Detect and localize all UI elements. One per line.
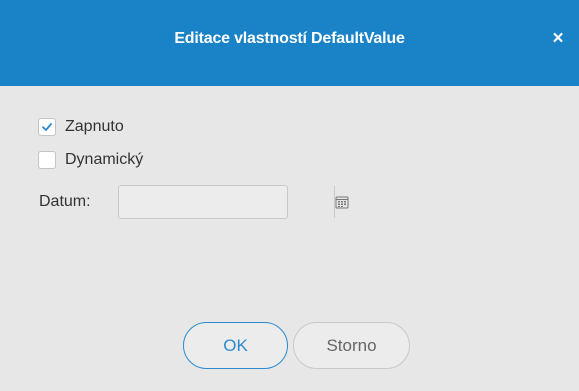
close-icon[interactable]: × (545, 26, 571, 52)
enabled-option[interactable]: Zapnuto (38, 116, 124, 138)
dialog-title: Editace vlastností DefaultValue (174, 30, 405, 47)
dynamic-checkbox[interactable] (38, 151, 56, 169)
enabled-label: Zapnuto (65, 118, 124, 135)
date-label: Datum: (39, 193, 91, 210)
date-field (118, 185, 349, 219)
calendar-icon (335, 196, 349, 209)
cancel-button[interactable]: Storno (293, 322, 410, 369)
date-input[interactable] (119, 186, 334, 218)
dynamic-option[interactable]: Dynamický (38, 149, 143, 171)
ok-button[interactable]: OK (183, 322, 288, 369)
checkmark-icon (42, 123, 52, 131)
edit-property-dialog: Editace vlastností DefaultValue × Zapnut… (0, 0, 579, 391)
enabled-checkbox[interactable] (38, 118, 56, 136)
dynamic-label: Dynamický (65, 151, 144, 168)
dialog-titlebar: Editace vlastností DefaultValue × (0, 0, 579, 86)
date-picker-button[interactable] (334, 186, 349, 218)
